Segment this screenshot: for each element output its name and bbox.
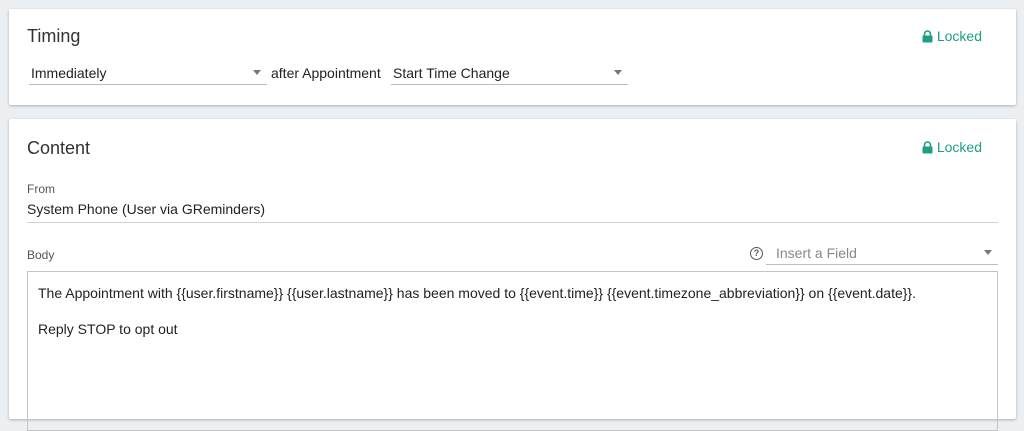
- body-textarea[interactable]: The Appointment with {{user.firstname}} …: [27, 271, 998, 431]
- body-label: Body: [27, 248, 55, 262]
- caret-down-icon: [614, 70, 622, 75]
- caret-down-icon: [253, 70, 261, 75]
- caret-down-icon: [984, 250, 992, 255]
- from-label: From: [27, 182, 55, 196]
- lock-icon: [922, 140, 933, 154]
- delay-select-value: Immediately: [31, 64, 107, 81]
- content-card: Content Locked From System Phone (User v…: [9, 119, 1016, 431]
- timing-lock-label: Locked: [936, 28, 982, 44]
- delay-select[interactable]: Immediately: [29, 61, 267, 85]
- insert-field-select[interactable]: Insert a Field: [766, 241, 998, 265]
- after-appointment-text: after Appointment: [271, 65, 381, 81]
- from-field[interactable]: System Phone (User via GReminders): [27, 201, 998, 223]
- content-lock-label: Locked: [936, 139, 982, 155]
- timing-lock-badge[interactable]: Locked: [922, 28, 982, 44]
- body-line: Reply STOP to opt out: [38, 321, 178, 337]
- trigger-select-value: Start Time Change: [393, 64, 510, 81]
- help-icon[interactable]: ?: [750, 247, 763, 260]
- insert-field-placeholder: Insert a Field: [776, 244, 857, 261]
- timing-title: Timing: [27, 26, 81, 46]
- timing-card: Timing Locked Immediately after Appointm…: [9, 9, 1016, 105]
- content-title: Content: [27, 138, 91, 158]
- body-line: The Appointment with {{user.firstname}} …: [38, 285, 916, 301]
- content-lock-badge[interactable]: Locked: [922, 139, 982, 155]
- trigger-select[interactable]: Start Time Change: [391, 61, 628, 85]
- lock-icon: [922, 29, 933, 43]
